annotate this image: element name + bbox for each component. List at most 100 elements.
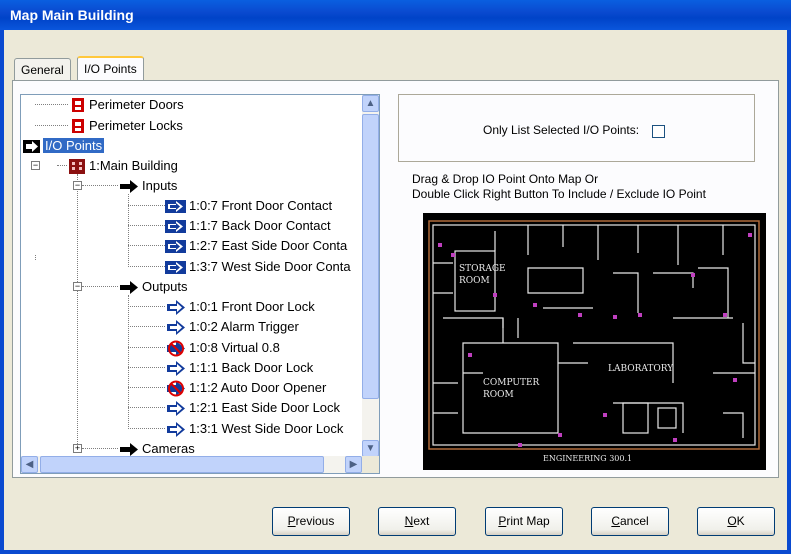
tree-item-label: 1:2:7 East Side Door Conta (189, 238, 348, 253)
tree-item[interactable]: Outputs (118, 277, 188, 296)
next-button[interactable]: Next (378, 507, 456, 536)
svg-text:COMPUTER: COMPUTER (483, 378, 540, 388)
tree-item-label: 1:0:1 Front Door Lock (189, 299, 315, 314)
window-border-bottom (0, 550, 791, 554)
print-label: rint Map (506, 514, 550, 528)
tree-item[interactable]: Perimeter Locks (69, 116, 183, 135)
input-point-icon (165, 220, 186, 234)
tree-line (128, 225, 165, 226)
tree-item[interactable]: Inputs (118, 176, 177, 195)
tree-line (128, 428, 165, 429)
tree-item[interactable]: 1:2:7 East Side Door Conta (165, 236, 347, 255)
tree-item-label: 1:3:1 West Side Door Lock (189, 421, 344, 436)
tree-item-label: 1:3:7 West Side Door Conta (189, 259, 351, 274)
expand-toggle[interactable]: + (73, 444, 82, 453)
options-group: Only List Selected I/O Points: (398, 94, 755, 162)
svg-text:ROOM: ROOM (483, 390, 514, 400)
print-map-button[interactable]: Print Map (485, 507, 563, 536)
tree-item-label: Inputs (142, 178, 178, 193)
tree-line (82, 286, 118, 287)
tree-line (77, 174, 78, 446)
tree-item[interactable]: 1:2:1 East Side Door Lock (165, 398, 340, 417)
scroll-up-button[interactable]: ▲ (362, 95, 379, 112)
collapse-toggle[interactable]: − (73, 282, 82, 291)
tree-line (128, 266, 165, 267)
svg-text:LABORATORY: LABORATORY (608, 364, 674, 374)
lock-group-icon (72, 119, 84, 134)
collapse-toggle[interactable]: − (31, 161, 40, 170)
black-arrow-icon (120, 443, 138, 457)
svg-text:ROOM: ROOM (459, 276, 490, 286)
tree-item[interactable]: 1:1:2 Auto Door Opener (165, 378, 326, 397)
tree-line (128, 407, 165, 408)
tree-line (82, 448, 118, 449)
tree-item[interactable]: 1:1:7 Back Door Contact (165, 216, 331, 235)
tree-line (82, 185, 118, 186)
building-icon (69, 159, 85, 175)
scroll-left-button[interactable]: ◀ (21, 456, 38, 473)
window-border-right (787, 30, 791, 554)
tab-io-points[interactable]: I/O Points (77, 56, 144, 80)
cancel-button[interactable]: Cancel (591, 507, 669, 536)
tree-content: − − − + Perimeter Doors Perimeter Locks … (21, 95, 362, 457)
tree-line (128, 205, 165, 206)
scroll-down-button[interactable]: ▼ (362, 440, 379, 457)
tree-item[interactable]: Perimeter Doors (69, 95, 184, 114)
tree-line (128, 326, 165, 327)
output-point-icon (167, 422, 185, 438)
black-arrow-icon (120, 180, 138, 194)
svg-text:ENGINEERING 300.1: ENGINEERING 300.1 (543, 454, 632, 463)
tree-item[interactable]: 1:3:1 West Side Door Lock (165, 419, 343, 438)
collapse-toggle[interactable]: − (73, 181, 82, 190)
tree-item[interactable]: 1:0:1 Front Door Lock (165, 297, 315, 316)
floor-plan-drawing: STORAGE ROOM COMPUTER ROOM LABORATORY EN… (428, 220, 760, 463)
ok-button[interactable]: OK (697, 507, 775, 536)
floor-map[interactable]: STORAGE ROOM COMPUTER ROOM LABORATORY EN… (423, 213, 766, 470)
tree-item[interactable]: 1:0:2 Alarm Trigger (165, 317, 299, 336)
tree-item-label: Cameras (142, 441, 195, 456)
tree-item[interactable]: 1:0:8 Virtual 0.8 (165, 338, 280, 357)
only-selected-checkbox[interactable] (652, 125, 665, 138)
cancel-label: ancel (619, 514, 649, 528)
window-border-left (0, 30, 4, 554)
tab-general[interactable]: General (14, 58, 71, 80)
tree-line (128, 387, 165, 388)
tree-line (57, 165, 67, 166)
tree-line (128, 306, 165, 307)
tree-vertical-scrollbar[interactable]: ▲ ▼ (362, 95, 379, 457)
map-label-storage: STORAGE (459, 264, 506, 274)
tab-general-label: General (21, 63, 64, 77)
tree-item-label: 1:0:2 Alarm Trigger (189, 319, 299, 334)
io-point-tree[interactable]: − − − + Perimeter Doors Perimeter Locks … (20, 94, 380, 474)
tree-item[interactable]: Cameras (118, 439, 195, 457)
tree-item-label: Perimeter Locks (89, 118, 183, 133)
tree-line (128, 347, 165, 348)
output-point-icon (167, 300, 185, 316)
scroll-right-button[interactable]: ▶ (345, 456, 362, 473)
tree-item[interactable]: 1:0:7 Front Door Contact (165, 196, 332, 215)
scroll-thumb-horizontal[interactable] (40, 456, 324, 473)
ok-label: K (736, 514, 745, 528)
tree-item[interactable]: 1:Main Building (67, 156, 178, 175)
input-point-icon (165, 261, 186, 275)
tree-item-label: 1:0:7 Front Door Contact (189, 198, 333, 213)
instructions: Drag & Drop IO Point Onto Map Or Double … (412, 172, 706, 202)
door-group-icon (72, 98, 84, 113)
tree-item-label: 1:1:2 Auto Door Opener (189, 380, 327, 395)
output-point-icon (167, 401, 185, 417)
window-title: Map Main Building (0, 0, 791, 30)
only-selected-label: Only List Selected I/O Points: (483, 123, 640, 137)
tree-line (128, 367, 165, 368)
tree-item[interactable]: 1:1:1 Back Door Lock (165, 358, 313, 377)
tree-item-io-points[interactable]: I/O Points (23, 136, 105, 155)
instructions-line-2: Double Click Right Button To Include / E… (412, 187, 706, 201)
tree-item-label: I/O Points (43, 138, 105, 153)
tree-item-label: 1:2:1 East Side Door Lock (189, 400, 341, 415)
cancel-mnemonic: C (611, 514, 620, 528)
scroll-thumb[interactable] (362, 114, 379, 399)
tree-line (35, 125, 68, 126)
previous-button[interactable]: Previous (272, 507, 350, 536)
tree-horizontal-scrollbar[interactable]: ◀ ▶ (21, 456, 362, 473)
input-point-icon (165, 240, 186, 254)
tree-item[interactable]: 1:3:7 West Side Door Conta (165, 257, 351, 276)
